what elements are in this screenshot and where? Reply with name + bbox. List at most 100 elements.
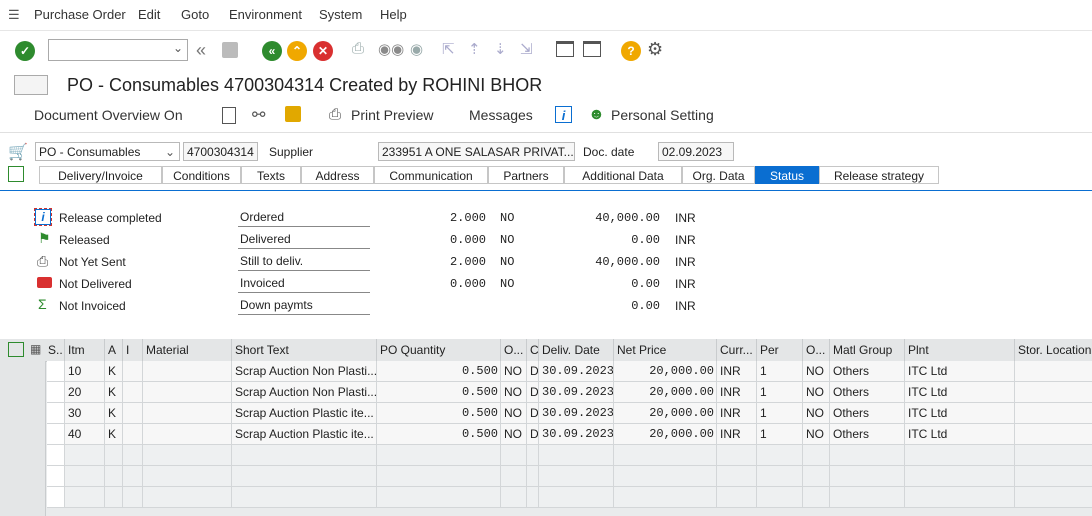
cell-sloc[interactable] [1015,382,1092,403]
col-item[interactable]: Itm [65,339,105,361]
personal-setting-icon[interactable]: ☻ [588,106,605,124]
cell-plnt[interactable] [905,487,1015,508]
cell-itm[interactable]: 40 [65,424,105,445]
cell-plnt[interactable] [905,466,1015,487]
cell-c[interactable]: D [527,382,539,403]
col-plant[interactable]: Plnt [905,339,1015,361]
cell-ou[interactable]: NO [501,382,527,403]
cell-matl-group[interactable] [830,466,905,487]
cell-per[interactable] [757,445,803,466]
cell-short-text[interactable] [232,445,377,466]
print-preview-button[interactable]: Print Preview [351,107,433,123]
cell-i[interactable] [123,382,143,403]
cell-curr[interactable]: INR [717,382,757,403]
cell-sloc[interactable] [1015,361,1092,382]
cell-sloc[interactable] [1015,403,1092,424]
cell-c[interactable] [527,445,539,466]
col-status[interactable]: S.. [45,339,65,361]
cell-i[interactable] [123,361,143,382]
cell-per[interactable] [757,487,803,508]
cell-opu[interactable]: NO [803,424,830,445]
save-icon[interactable] [222,42,238,58]
cell-qty[interactable]: 0.500 [377,361,501,382]
cell-price[interactable] [614,466,717,487]
tab-org-data[interactable]: Org. Data [682,166,755,184]
cell-date[interactable]: 30.09.2023 [539,424,614,445]
cell-plnt[interactable]: ITC Ltd [905,361,1015,382]
col-matl-group[interactable]: Matl Group [830,339,905,361]
cell-i[interactable] [123,403,143,424]
menu-purchase-order[interactable]: Purchase Order [34,7,126,22]
menu-icon[interactable]: ☰ [8,7,20,23]
cell-itm[interactable]: 30 [65,403,105,424]
cell-material[interactable] [143,403,232,424]
cell-sloc[interactable] [1015,445,1092,466]
tab-partners[interactable]: Partners [488,166,564,184]
cell-opu[interactable]: NO [803,403,830,424]
previous-page-icon[interactable]: ⇡ [468,40,481,58]
cell-a[interactable]: K [105,403,123,424]
col-order-price-unit[interactable]: O... [803,339,830,361]
cell-plnt[interactable] [905,445,1015,466]
cell-qty[interactable] [377,466,501,487]
cell-c[interactable] [527,466,539,487]
col-delivery-date[interactable]: Deliv. Date [539,339,614,361]
cell-ou[interactable] [501,487,527,508]
cell-short-text[interactable] [232,487,377,508]
col-material[interactable]: Material [143,339,232,361]
tab-communication[interactable]: Communication [374,166,488,184]
cell-qty[interactable] [377,445,501,466]
cell-plnt[interactable]: ITC Ltd [905,382,1015,403]
col-net-price[interactable]: Net Price [614,339,717,361]
menu-edit[interactable]: Edit [138,7,160,22]
back-icon[interactable]: « [262,41,282,61]
cell-date[interactable] [539,487,614,508]
cell-curr[interactable] [717,487,757,508]
cell-a[interactable]: K [105,361,123,382]
cell-sloc[interactable] [1015,466,1092,487]
cell-short-text[interactable]: Scrap Auction Non Plasti... [232,361,377,382]
cell-material[interactable] [143,487,232,508]
cell-per[interactable]: 1 [757,382,803,403]
cell-opu[interactable] [803,445,830,466]
cell-ou[interactable]: NO [501,424,527,445]
cell-a[interactable] [105,445,123,466]
cell-a[interactable] [105,466,123,487]
print-icon[interactable]: ⎙ [352,40,364,57]
command-field[interactable]: ⌄ [48,39,188,61]
exit-icon[interactable]: ⌃ [287,41,307,61]
menu-goto[interactable]: Goto [181,7,209,22]
cell-date[interactable]: 30.09.2023 [539,403,614,424]
col-currency[interactable]: Curr... [717,339,757,361]
first-page-icon[interactable]: ⇱ [442,40,455,58]
cell-short-text[interactable]: Scrap Auction Plastic ite... [232,403,377,424]
cell-ou[interactable]: NO [501,403,527,424]
col-account-assignment[interactable]: A [105,339,123,361]
cell-material[interactable] [143,466,232,487]
print-preview-icon[interactable]: ⎙ [329,106,341,123]
row-select-checkbox[interactable] [47,382,65,403]
cell-price[interactable]: 20,000.00 [614,361,717,382]
cell-qty[interactable]: 0.500 [377,382,501,403]
col-po-quantity[interactable]: PO Quantity [377,339,501,361]
cell-i[interactable] [123,487,143,508]
cell-per[interactable]: 1 [757,424,803,445]
menu-help[interactable]: Help [380,7,407,22]
cell-qty[interactable] [377,487,501,508]
col-item-category[interactable]: I [123,339,143,361]
cell-itm[interactable] [65,487,105,508]
gear-icon[interactable]: ⚙ [647,39,663,60]
menu-environment[interactable]: Environment [229,7,302,22]
cell-ou[interactable]: NO [501,361,527,382]
menu-system[interactable]: System [319,7,362,22]
row-select-checkbox[interactable] [47,445,65,466]
cell-opu[interactable]: NO [803,361,830,382]
cell-c[interactable]: D [527,403,539,424]
row-select-checkbox[interactable] [47,466,65,487]
cell-date[interactable]: 30.09.2023 [539,382,614,403]
tab-texts[interactable]: Texts [241,166,301,184]
cell-matl-group[interactable]: Others [830,361,905,382]
display-change-icon[interactable]: ⚯ [252,105,265,125]
cell-a[interactable]: K [105,382,123,403]
expand-header-icon[interactable] [8,166,24,182]
